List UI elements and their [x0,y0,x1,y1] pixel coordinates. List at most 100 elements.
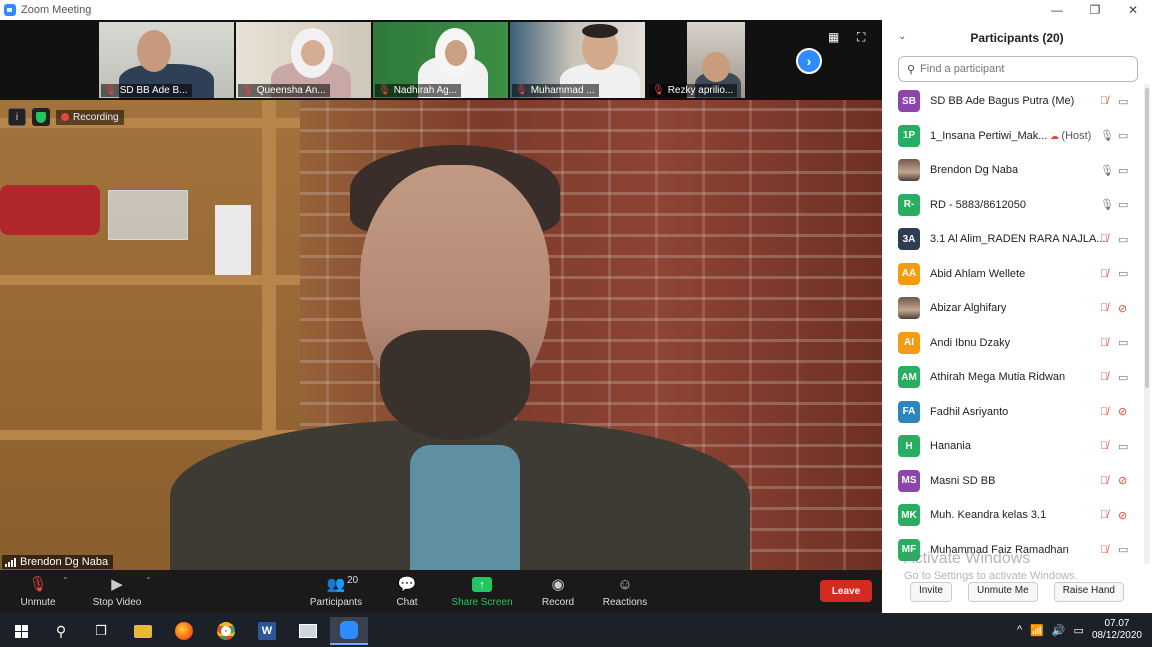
participant-row[interactable]: Brendon Dg Naba 🎙 ▭ [882,153,1144,187]
record-button[interactable]: ◉ Record [538,572,578,612]
thumbnail-video[interactable]: 🎙 Nadhirah Ag... [373,22,508,98]
network-icon[interactable]: 📶 [1030,624,1044,637]
encryption-shield-icon[interactable] [32,108,50,126]
word-icon[interactable]: W [248,617,286,645]
scrollbar-thumb[interactable] [1145,88,1149,388]
meeting-info-icon[interactable]: i [8,108,26,126]
reactions-button[interactable]: ☺ Reactions [600,572,650,612]
participant-row[interactable]: 1P 1_Insana Pertiwi_Mak... ☁ (Host) 🎙 ▭ [882,119,1144,153]
mic-muted-icon[interactable]: 🎙̸ [1100,302,1108,314]
participant-row[interactable]: Abizar Alghifary 🎙̸ ⊘ [882,291,1144,325]
thumbnail-video[interactable]: 🎙 Muhammad ... [510,22,645,98]
mic-muted-icon[interactable]: 🎙̸ [1100,337,1108,349]
unmute-me-button[interactable]: Unmute Me [967,582,1038,602]
mic-icon[interactable]: 🎙 [1100,164,1114,177]
camera-icon[interactable]: ▭ [1118,543,1128,556]
participant-name-text: Andi Ibnu Dzaky [930,336,1011,349]
participant-row[interactable]: AI Andi Ibnu Dzaky 🎙̸ ▭ [882,326,1144,360]
next-page-button[interactable]: › [796,48,822,74]
mic-muted-icon[interactable]: 🎙̸ [1100,233,1108,245]
stop-video-button[interactable]: ▶ Stop Video [88,572,146,612]
share-screen-icon: ↑ [472,577,492,592]
participant-row[interactable]: MS Masni SD BB 🎙̸ ⊘ [882,464,1144,498]
share-screen-button[interactable]: ↑ Share Screen [448,572,516,612]
mic-muted-icon: 🎙 [652,85,665,96]
minimize-button[interactable]: — [1038,0,1076,20]
participant-row[interactable]: SB SD BB Ade Bagus Putra (Me) 🎙̸ ▭ [882,84,1144,118]
chrome-icon[interactable] [207,617,245,645]
zoom-taskbar-icon[interactable] [330,617,368,645]
panel-scrollbar[interactable] [1144,84,1150,564]
camera-icon[interactable]: ▭ [1118,267,1128,280]
gallery-view-icon[interactable]: ▦ [828,30,842,44]
camera-icon[interactable]: ▭ [1118,233,1128,246]
participant-name-text: Abid Ahlam Wellete [930,267,1026,280]
notifications-icon[interactable]: ▭ [1074,624,1084,637]
participant-name: Masni SD BB [930,475,995,487]
clock[interactable]: 07.07 08/12/2020 [1092,618,1142,642]
camera-off-icon[interactable]: ⊘ [1118,474,1127,487]
mic-muted-icon[interactable]: 🎙̸ [1100,95,1108,107]
mic-muted-icon[interactable]: 🎙̸ [1100,406,1108,418]
camera-off-icon[interactable]: ⊘ [1118,405,1127,418]
participants-panel: ⌄ Participants (20) ⚲ SBSD BB Ade Bagus … [882,20,1152,613]
participant-avatar: H [898,435,920,457]
mic-muted-icon[interactable]: 🎙̸ [1100,544,1108,556]
participant-row[interactable]: R- RD - 5883/8612050 🎙 ▭ [882,188,1144,222]
maximize-button[interactable]: ❐ [1076,0,1114,20]
search-icon[interactable]: ⚲ [42,617,80,645]
camera-off-icon[interactable]: ⊘ [1118,302,1127,315]
search-input[interactable] [920,63,1121,75]
camera-icon[interactable]: ▭ [1118,371,1128,384]
start-button[interactable] [2,617,40,645]
mic-muted-icon[interactable]: 🎙̸ [1100,440,1108,452]
fullscreen-icon[interactable]: ⛶ [857,30,871,44]
thumbnail-name: 🎙 SD BB Ade B... [101,84,192,97]
firefox-icon[interactable] [165,617,203,645]
camera-icon[interactable]: ▭ [1118,129,1128,142]
recording-dot-icon [61,113,69,121]
thumbnail-video[interactable]: 🎙 Queensha An... [236,22,371,98]
task-view-icon[interactable]: ❒ [82,617,120,645]
participant-row[interactable]: AM Athirah Mega Mutia Ridwan 🎙̸ ▭ [882,360,1144,394]
audio-options-caret[interactable]: ⌃ [62,576,69,585]
tray-chevron-up-icon[interactable]: ^ [1017,624,1022,636]
photos-app-icon[interactable] [289,617,327,645]
mic-muted-icon[interactable]: 🎙̸ [1100,509,1108,521]
chat-button[interactable]: 💬 Chat [390,572,424,612]
mic-icon[interactable]: 🎙 [1100,129,1114,142]
raise-hand-button[interactable]: Raise Hand [1053,582,1124,602]
camera-off-icon[interactable]: ⊘ [1118,509,1127,522]
unmute-button[interactable]: 🎙 Unmute [14,572,62,612]
participant-row[interactable]: MK Muh. Keandra kelas 3.1 🎙̸ ⊘ [882,498,1144,532]
mic-muted-icon[interactable]: 🎙̸ [1100,475,1108,487]
participant-search[interactable]: ⚲ [898,56,1138,82]
invite-button[interactable]: Invite [910,582,952,602]
volume-icon[interactable]: 🔊 [1052,624,1066,637]
mic-muted-icon[interactable]: 🎙̸ [1100,268,1108,280]
mic-icon[interactable]: 🎙 [1100,198,1114,211]
camera-icon[interactable]: ▭ [1118,164,1128,177]
participant-row[interactable]: H Hanania 🎙̸ ▭ [882,429,1144,463]
participant-row[interactable]: FA Fadhil Asriyanto 🎙̸ ⊘ [882,395,1144,429]
close-button[interactable]: ✕ [1114,0,1152,20]
file-explorer-icon[interactable] [124,617,162,645]
camera-icon[interactable]: ▭ [1118,95,1128,108]
signal-strength-icon [5,557,16,567]
participant-name-text: SD BB Ade Bagus Putra (Me) [930,95,1075,107]
camera-icon[interactable]: ▭ [1118,440,1128,453]
participant-row[interactable]: 3A 3.1 Al Alim_RADEN RARA NAJLA... 🎙̸ ▭ [882,222,1144,256]
participant-row[interactable]: AA Abid Ahlam Wellete 🎙̸ ▭ [882,257,1144,291]
thumbnail-video[interactable]: 🎙 Rezky aprilio... [647,22,745,98]
participant-name: Hanania [930,440,971,452]
thumbnail-name: 🎙 Queensha An... [238,84,330,97]
mic-muted-icon[interactable]: 🎙̸ [1100,371,1108,383]
thumbnail-video[interactable]: 🎙 SD BB Ade B... [99,22,234,98]
recording-indicator[interactable]: Recording [56,109,124,125]
active-speaker-video[interactable]: Brendon Dg Naba [0,100,882,570]
camera-icon[interactable]: ▭ [1118,198,1128,211]
video-options-caret[interactable]: ⌃ [145,576,152,585]
leave-button[interactable]: Leave [820,580,872,602]
camera-icon[interactable]: ▭ [1118,336,1128,349]
participant-avatar: AA [898,262,920,285]
